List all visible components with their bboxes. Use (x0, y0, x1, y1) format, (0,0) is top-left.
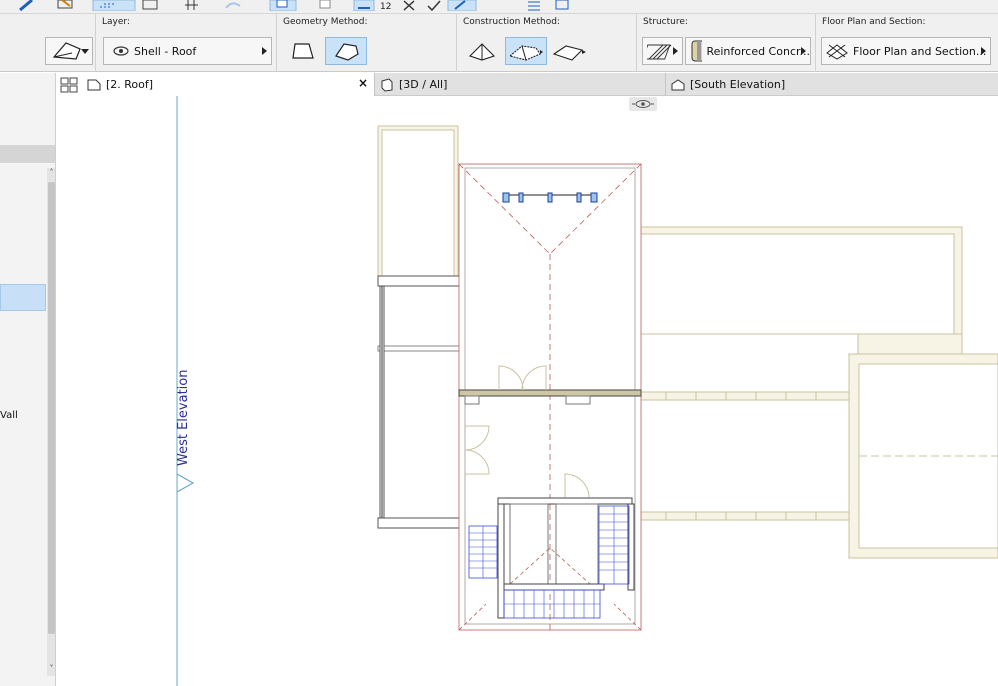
navigator-selected-item[interactable] (0, 284, 46, 311)
floorplan-section-dropdown[interactable]: Floor Plan and Section... (821, 37, 991, 65)
floor-plan-canvas[interactable]: West Elevation (56, 96, 998, 686)
composite-icon (691, 40, 703, 62)
navigator-scrollbar[interactable]: ˄ ˅ (47, 168, 55, 676)
chevron-right-icon (262, 47, 267, 55)
3d-tab-icon (381, 77, 393, 92)
roof-tool-button[interactable] (45, 37, 93, 65)
construction-section: Construction Method: (457, 14, 637, 72)
svg-text:12: 12 (380, 2, 391, 11)
chevron-right-icon (981, 47, 986, 55)
cross-icon[interactable] (403, 0, 415, 11)
layer-label: Layer: (102, 17, 130, 27)
floor-plan-tab-icon (87, 79, 101, 90)
scroll-down-icon[interactable]: ˅ (47, 664, 55, 676)
polygon-geometry-button[interactable] (282, 37, 324, 65)
tool-section (0, 14, 96, 72)
page-icon[interactable] (319, 0, 331, 9)
toolbar-icons: 12 (19, 0, 569, 11)
structure-label: Structure: (643, 17, 688, 27)
view-tab-bar: [2. Roof] × [3D / All] [South Elevation] (56, 73, 998, 96)
measure-icon[interactable] (353, 0, 375, 11)
chevron-down-icon (81, 49, 89, 54)
undo-icon[interactable] (225, 2, 241, 9)
check-icon[interactable] (427, 0, 441, 11)
dimension-icon[interactable]: 12 (380, 2, 391, 11)
wall-corridor[interactable] (640, 391, 850, 521)
floorplan-label: Floor Plan and Section: (822, 17, 926, 27)
structure-type-button[interactable] (642, 37, 683, 65)
plan-drawing (176, 96, 998, 686)
layer-toggle-icon[interactable] (269, 0, 297, 11)
floorplan-value: Floor Plan and Section... (853, 44, 987, 58)
tab-south-elevation[interactable]: [South Elevation] (665, 73, 955, 96)
geometry-section: Geometry Method: (277, 14, 457, 72)
rectangle-geometry-button[interactable] (325, 37, 367, 65)
wall-left-wing[interactable] (377, 125, 459, 287)
edit-icon[interactable] (447, 0, 477, 11)
tab-label: [3D / All] (399, 78, 448, 91)
gable-roof-button[interactable] (549, 37, 591, 65)
window[interactable] (565, 395, 591, 405)
composite-dropdown[interactable]: Reinforced Concr... (685, 37, 811, 65)
list-icon[interactable] (528, 1, 540, 11)
floorplan-section: Floor Plan and Section: Floor Plan and S… (816, 14, 998, 72)
eye-icon (113, 46, 129, 56)
construction-label: Construction Method: (463, 17, 560, 27)
wall-far-right-block[interactable] (848, 353, 998, 559)
copy-icon[interactable] (555, 0, 569, 10)
chevron-right-icon (673, 47, 678, 55)
tab-label: [2. Roof] (106, 78, 154, 91)
main-toolbar: 12 (0, 0, 998, 14)
scrollbar-thumb[interactable] (48, 182, 55, 634)
layer-section: Layer: Shell - Roof (96, 14, 277, 72)
hip-roof-button[interactable] (463, 37, 505, 65)
gable-roof-icon (552, 45, 586, 61)
hip-roof-icon (468, 43, 496, 61)
navigator-panel: Vall ˄ ˅ (0, 73, 56, 686)
marquee-icon[interactable] (142, 0, 158, 10)
scroll-up-icon[interactable]: ˄ (47, 168, 55, 180)
tab-3d[interactable]: [3D / All] (374, 73, 665, 96)
close-icon[interactable]: × (358, 76, 368, 90)
west-elevation-label[interactable]: West Elevation (176, 370, 191, 466)
geometry-label: Geometry Method: (283, 17, 368, 27)
multi-plane-roof-button[interactable] (505, 37, 547, 65)
grid-snap-icon[interactable] (185, 0, 198, 10)
window[interactable] (464, 395, 480, 405)
multi-plane-roof-icon (508, 45, 543, 61)
rectangle-roof-icon (335, 43, 359, 61)
tab-roof-plan[interactable]: [2. Roof] × (56, 73, 374, 96)
wall-left-lower-wing[interactable] (377, 275, 461, 529)
chevron-right-icon (801, 47, 806, 55)
tab-label: [South Elevation] (690, 78, 786, 91)
pencil-icon[interactable] (19, 0, 33, 11)
grid-view-icon[interactable] (60, 77, 78, 93)
info-box: Layer: Shell - Roof Geometry Method: Con… (0, 14, 998, 72)
layer-value: Shell - Roof (134, 44, 197, 58)
structure-section: Structure: Reinforced Concr... (637, 14, 816, 72)
elevation-tab-icon (671, 78, 685, 90)
structure-value: Reinforced Concr... (706, 44, 810, 58)
selection-tool-icon[interactable] (92, 0, 136, 11)
layer-dropdown[interactable]: Shell - Roof (103, 37, 272, 65)
navigator-item-label[interactable]: Vall (0, 410, 18, 421)
panel-header-band (0, 145, 55, 163)
floorplan-section-icon (826, 44, 848, 60)
arrow-tool-icon[interactable] (57, 0, 73, 9)
polygon-icon (292, 43, 314, 59)
